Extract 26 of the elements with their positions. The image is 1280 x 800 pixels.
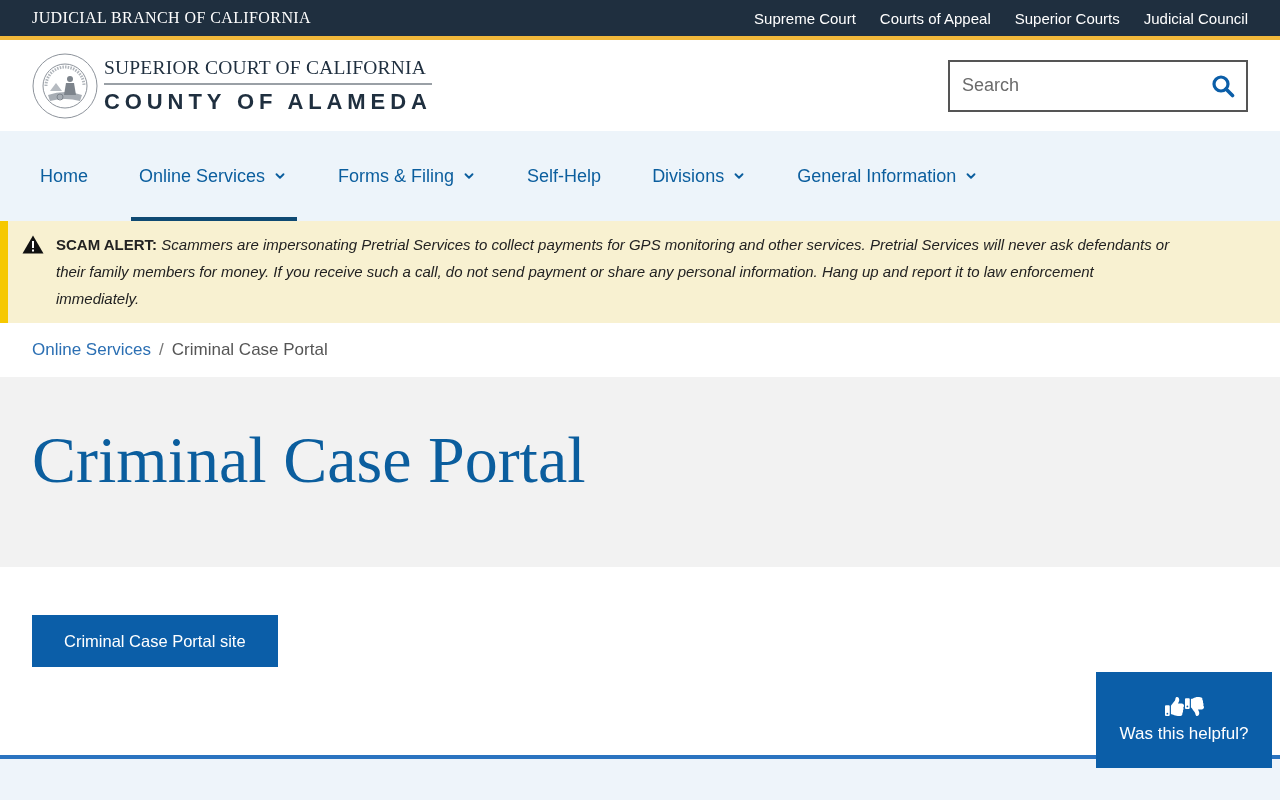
top-link[interactable]: Supreme Court bbox=[754, 9, 856, 27]
warning-icon bbox=[22, 235, 44, 254]
court-name: SUPERIOR COURT OF CALIFORNIA bbox=[104, 56, 427, 80]
search-icon bbox=[1211, 73, 1235, 98]
county-name: COUNTY OF ALAMEDA bbox=[104, 89, 432, 115]
top-link[interactable]: Courts of Appeal bbox=[879, 9, 991, 27]
nav-item[interactable]: Forms & Filing bbox=[330, 131, 487, 221]
nav-item[interactable]: Home bbox=[32, 131, 98, 221]
thumbs-up-icon bbox=[1164, 696, 1184, 716]
nav-item[interactable]: Divisions bbox=[644, 131, 757, 221]
breadcrumb-current: Criminal Case Portal bbox=[171, 340, 328, 360]
alert-text: SCAM ALERT: Scammers are impersonating Pretrial Services to collect payments for GPS monitoring and other services. Pretrial Services will never ask defendants or their family members for money. If you receive such a call, do not send payment or share any personal information. Hang up and report it to law enforcement immediately. bbox=[56, 235, 1171, 309]
feedback-button[interactable]: Was this helpful? bbox=[1096, 672, 1272, 768]
nav-item[interactable]: Self-Help bbox=[519, 131, 612, 221]
thumbs-down-icon bbox=[1184, 696, 1204, 716]
page-title: Criminal Case Portal bbox=[32, 422, 586, 498]
top-link[interactable]: Judicial Council bbox=[1143, 9, 1248, 27]
top-link[interactable]: Superior Courts bbox=[1014, 9, 1120, 27]
search-button[interactable] bbox=[1210, 72, 1236, 99]
portal-site-button[interactable]: Criminal Case Portal site bbox=[32, 615, 278, 667]
nav-item[interactable]: General Information bbox=[789, 131, 989, 221]
breadcrumb-link[interactable]: Online Services bbox=[32, 340, 152, 360]
branch-title: JUDICIAL BRANCH OF CALIFORNIA bbox=[32, 9, 312, 27]
search-field[interactable]: Search bbox=[948, 59, 1248, 112]
seal-icon bbox=[32, 52, 98, 119]
breadcrumb-separator: / bbox=[159, 340, 164, 360]
